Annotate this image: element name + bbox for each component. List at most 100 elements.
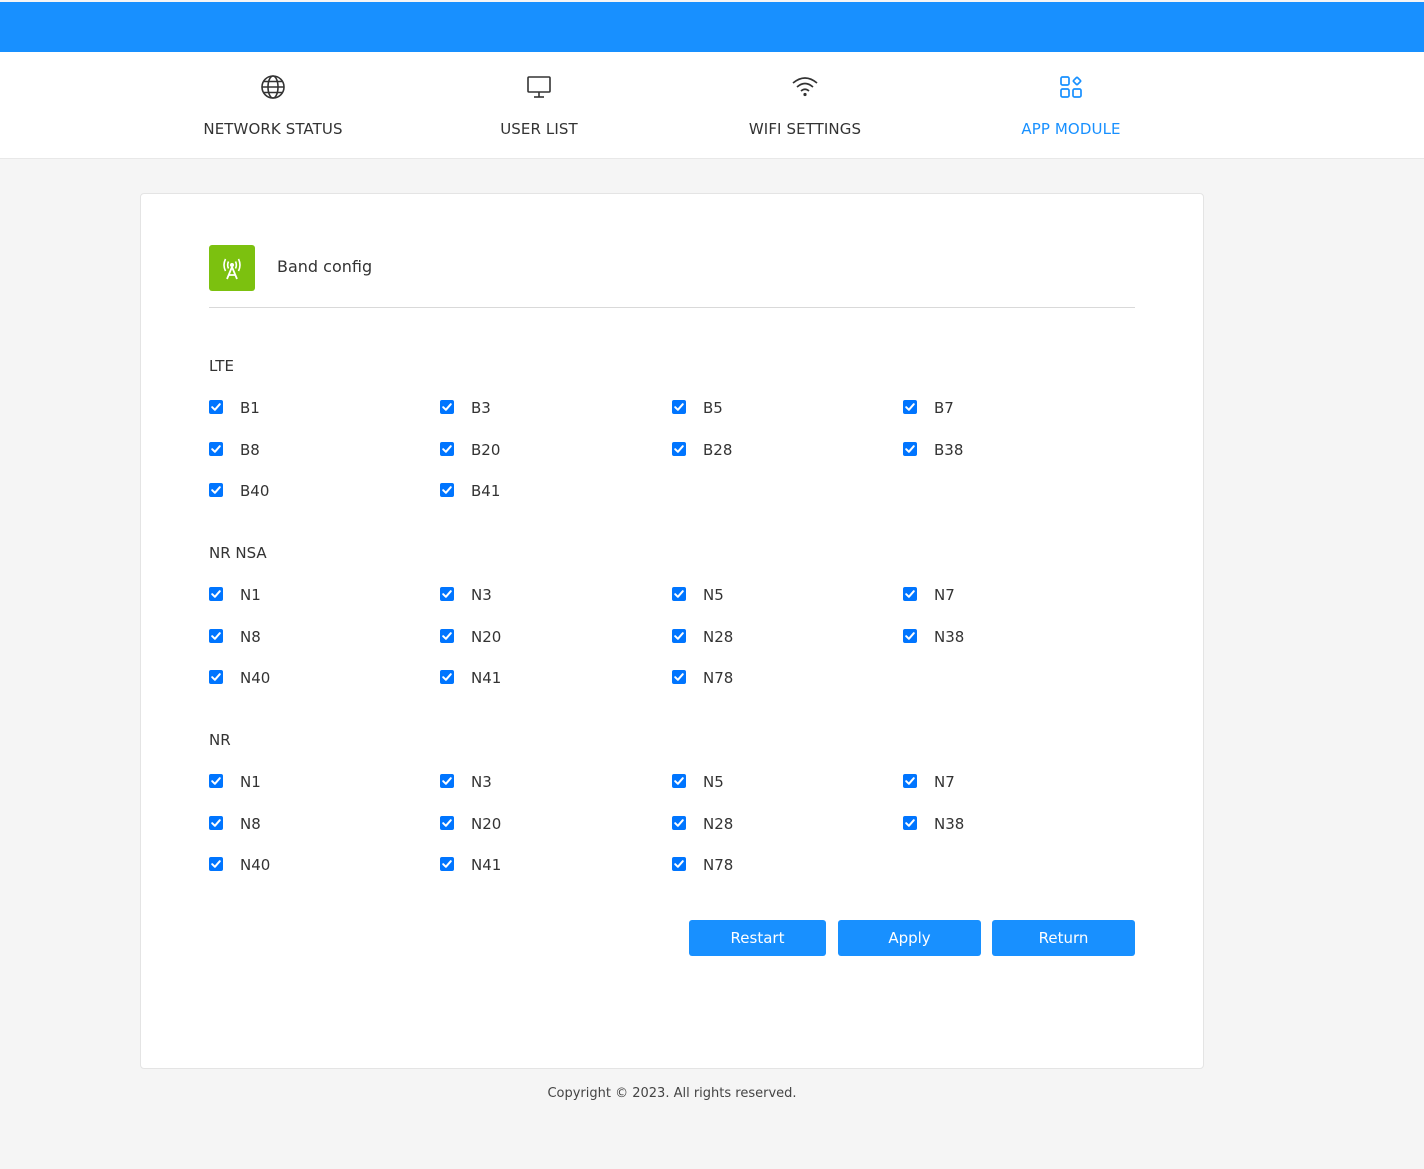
band-checkbox[interactable] <box>672 670 686 684</box>
band-checkbox[interactable] <box>672 587 686 601</box>
band-option[interactable]: B7 <box>903 398 1023 418</box>
band-option[interactable]: N78 <box>672 855 792 875</box>
nav-network-status[interactable]: NETWORK STATUS <box>163 52 383 159</box>
band-option[interactable]: N38 <box>903 627 1023 647</box>
checkmark-icon <box>211 486 221 494</box>
checkmark-icon <box>442 486 452 494</box>
band-checkbox[interactable] <box>209 483 223 497</box>
band-checkbox[interactable] <box>672 400 686 414</box>
band-option[interactable]: B38 <box>903 440 1023 460</box>
apply-button[interactable]: Apply <box>838 920 981 956</box>
checkmark-icon <box>674 632 684 640</box>
band-label: B7 <box>934 399 954 417</box>
band-option[interactable]: N3 <box>440 585 560 605</box>
checkmark-icon <box>211 673 221 681</box>
copyright-footer: Copyright © 2023. All rights reserved. <box>547 1086 797 1101</box>
band-checkbox[interactable] <box>209 670 223 684</box>
band-option[interactable]: B41 <box>440 481 560 501</box>
band-checkbox[interactable] <box>209 587 223 601</box>
band-option[interactable]: N3 <box>440 772 560 792</box>
band-option[interactable]: N40 <box>209 855 329 875</box>
band-option[interactable]: N5 <box>672 772 792 792</box>
band-label: N40 <box>240 669 271 687</box>
band-checkbox[interactable] <box>209 442 223 456</box>
band-checkbox[interactable] <box>672 857 686 871</box>
checkmark-icon <box>211 590 221 598</box>
band-option[interactable]: N40 <box>209 668 329 688</box>
band-option[interactable]: B3 <box>440 398 560 418</box>
band-checkbox[interactable] <box>440 774 454 788</box>
band-checkbox[interactable] <box>209 857 223 871</box>
band-label: N7 <box>934 586 955 604</box>
band-checkbox[interactable] <box>209 629 223 643</box>
band-checkbox[interactable] <box>440 400 454 414</box>
band-checkbox[interactable] <box>903 816 917 830</box>
band-option[interactable]: N7 <box>903 772 1023 792</box>
band-checkbox[interactable] <box>903 629 917 643</box>
return-button[interactable]: Return <box>992 920 1135 956</box>
band-checkbox[interactable] <box>209 816 223 830</box>
band-checkbox[interactable] <box>440 587 454 601</box>
band-checkbox[interactable] <box>903 587 917 601</box>
restart-button[interactable]: Restart <box>689 920 826 956</box>
band-option[interactable]: N38 <box>903 814 1023 834</box>
band-label: N78 <box>703 856 734 874</box>
band-option[interactable]: N8 <box>209 627 329 647</box>
band-config-card: Band config LTE B1 B3 B5 B7 B8 B20 B28 B38 B40 B41… <box>140 193 1204 1069</box>
band-label: B38 <box>934 441 964 459</box>
band-option[interactable]: N8 <box>209 814 329 834</box>
nav-app-module[interactable]: APP MODULE <box>961 52 1181 159</box>
main-nav: NETWORK STATUS USER LIST WIFI SETTINGS A… <box>0 52 1424 159</box>
band-label: N8 <box>240 815 261 833</box>
band-label: B40 <box>240 482 270 500</box>
band-option[interactable]: B8 <box>209 440 329 460</box>
band-option[interactable]: N1 <box>209 585 329 605</box>
band-option[interactable]: B20 <box>440 440 560 460</box>
checkmark-icon <box>211 777 221 785</box>
checkmark-icon <box>211 860 221 868</box>
band-checkbox[interactable] <box>903 400 917 414</box>
nav-label: NETWORK STATUS <box>203 120 343 138</box>
band-checkbox[interactable] <box>209 774 223 788</box>
band-option[interactable]: N41 <box>440 668 560 688</box>
band-option[interactable]: N28 <box>672 627 792 647</box>
band-checkbox[interactable] <box>672 816 686 830</box>
checkmark-icon <box>211 819 221 827</box>
band-checkbox[interactable] <box>672 629 686 643</box>
band-option[interactable]: N41 <box>440 855 560 875</box>
checkmark-icon <box>674 777 684 785</box>
card-title: Band config <box>277 257 373 276</box>
band-option[interactable]: B28 <box>672 440 792 460</box>
band-checkbox[interactable] <box>903 442 917 456</box>
band-checkbox[interactable] <box>672 442 686 456</box>
band-option[interactable]: N5 <box>672 585 792 605</box>
checkmark-icon <box>442 777 452 785</box>
band-option[interactable]: N20 <box>440 627 560 647</box>
band-checkbox[interactable] <box>440 629 454 643</box>
band-option[interactable]: N7 <box>903 585 1023 605</box>
nav-wifi-settings[interactable]: WIFI SETTINGS <box>695 52 915 159</box>
band-checkbox[interactable] <box>440 816 454 830</box>
band-label: N8 <box>240 628 261 646</box>
band-checkbox[interactable] <box>903 774 917 788</box>
checkmark-icon <box>674 590 684 598</box>
band-option[interactable]: B40 <box>209 481 329 501</box>
band-checkbox[interactable] <box>440 857 454 871</box>
checkmark-icon <box>905 819 915 827</box>
band-checkbox[interactable] <box>440 483 454 497</box>
band-checkbox[interactable] <box>672 774 686 788</box>
band-option[interactable]: B1 <box>209 398 329 418</box>
nav-user-list[interactable]: USER LIST <box>429 52 649 159</box>
band-checkbox[interactable] <box>440 670 454 684</box>
band-checkbox[interactable] <box>209 400 223 414</box>
band-checkbox[interactable] <box>440 442 454 456</box>
band-label: N40 <box>240 856 271 874</box>
checkmark-icon <box>674 403 684 411</box>
band-option[interactable]: N1 <box>209 772 329 792</box>
band-option[interactable]: N78 <box>672 668 792 688</box>
band-option[interactable]: N28 <box>672 814 792 834</box>
checkmark-icon <box>442 673 452 681</box>
section-title: NR <box>209 731 231 749</box>
band-option[interactable]: B5 <box>672 398 792 418</box>
band-option[interactable]: N20 <box>440 814 560 834</box>
